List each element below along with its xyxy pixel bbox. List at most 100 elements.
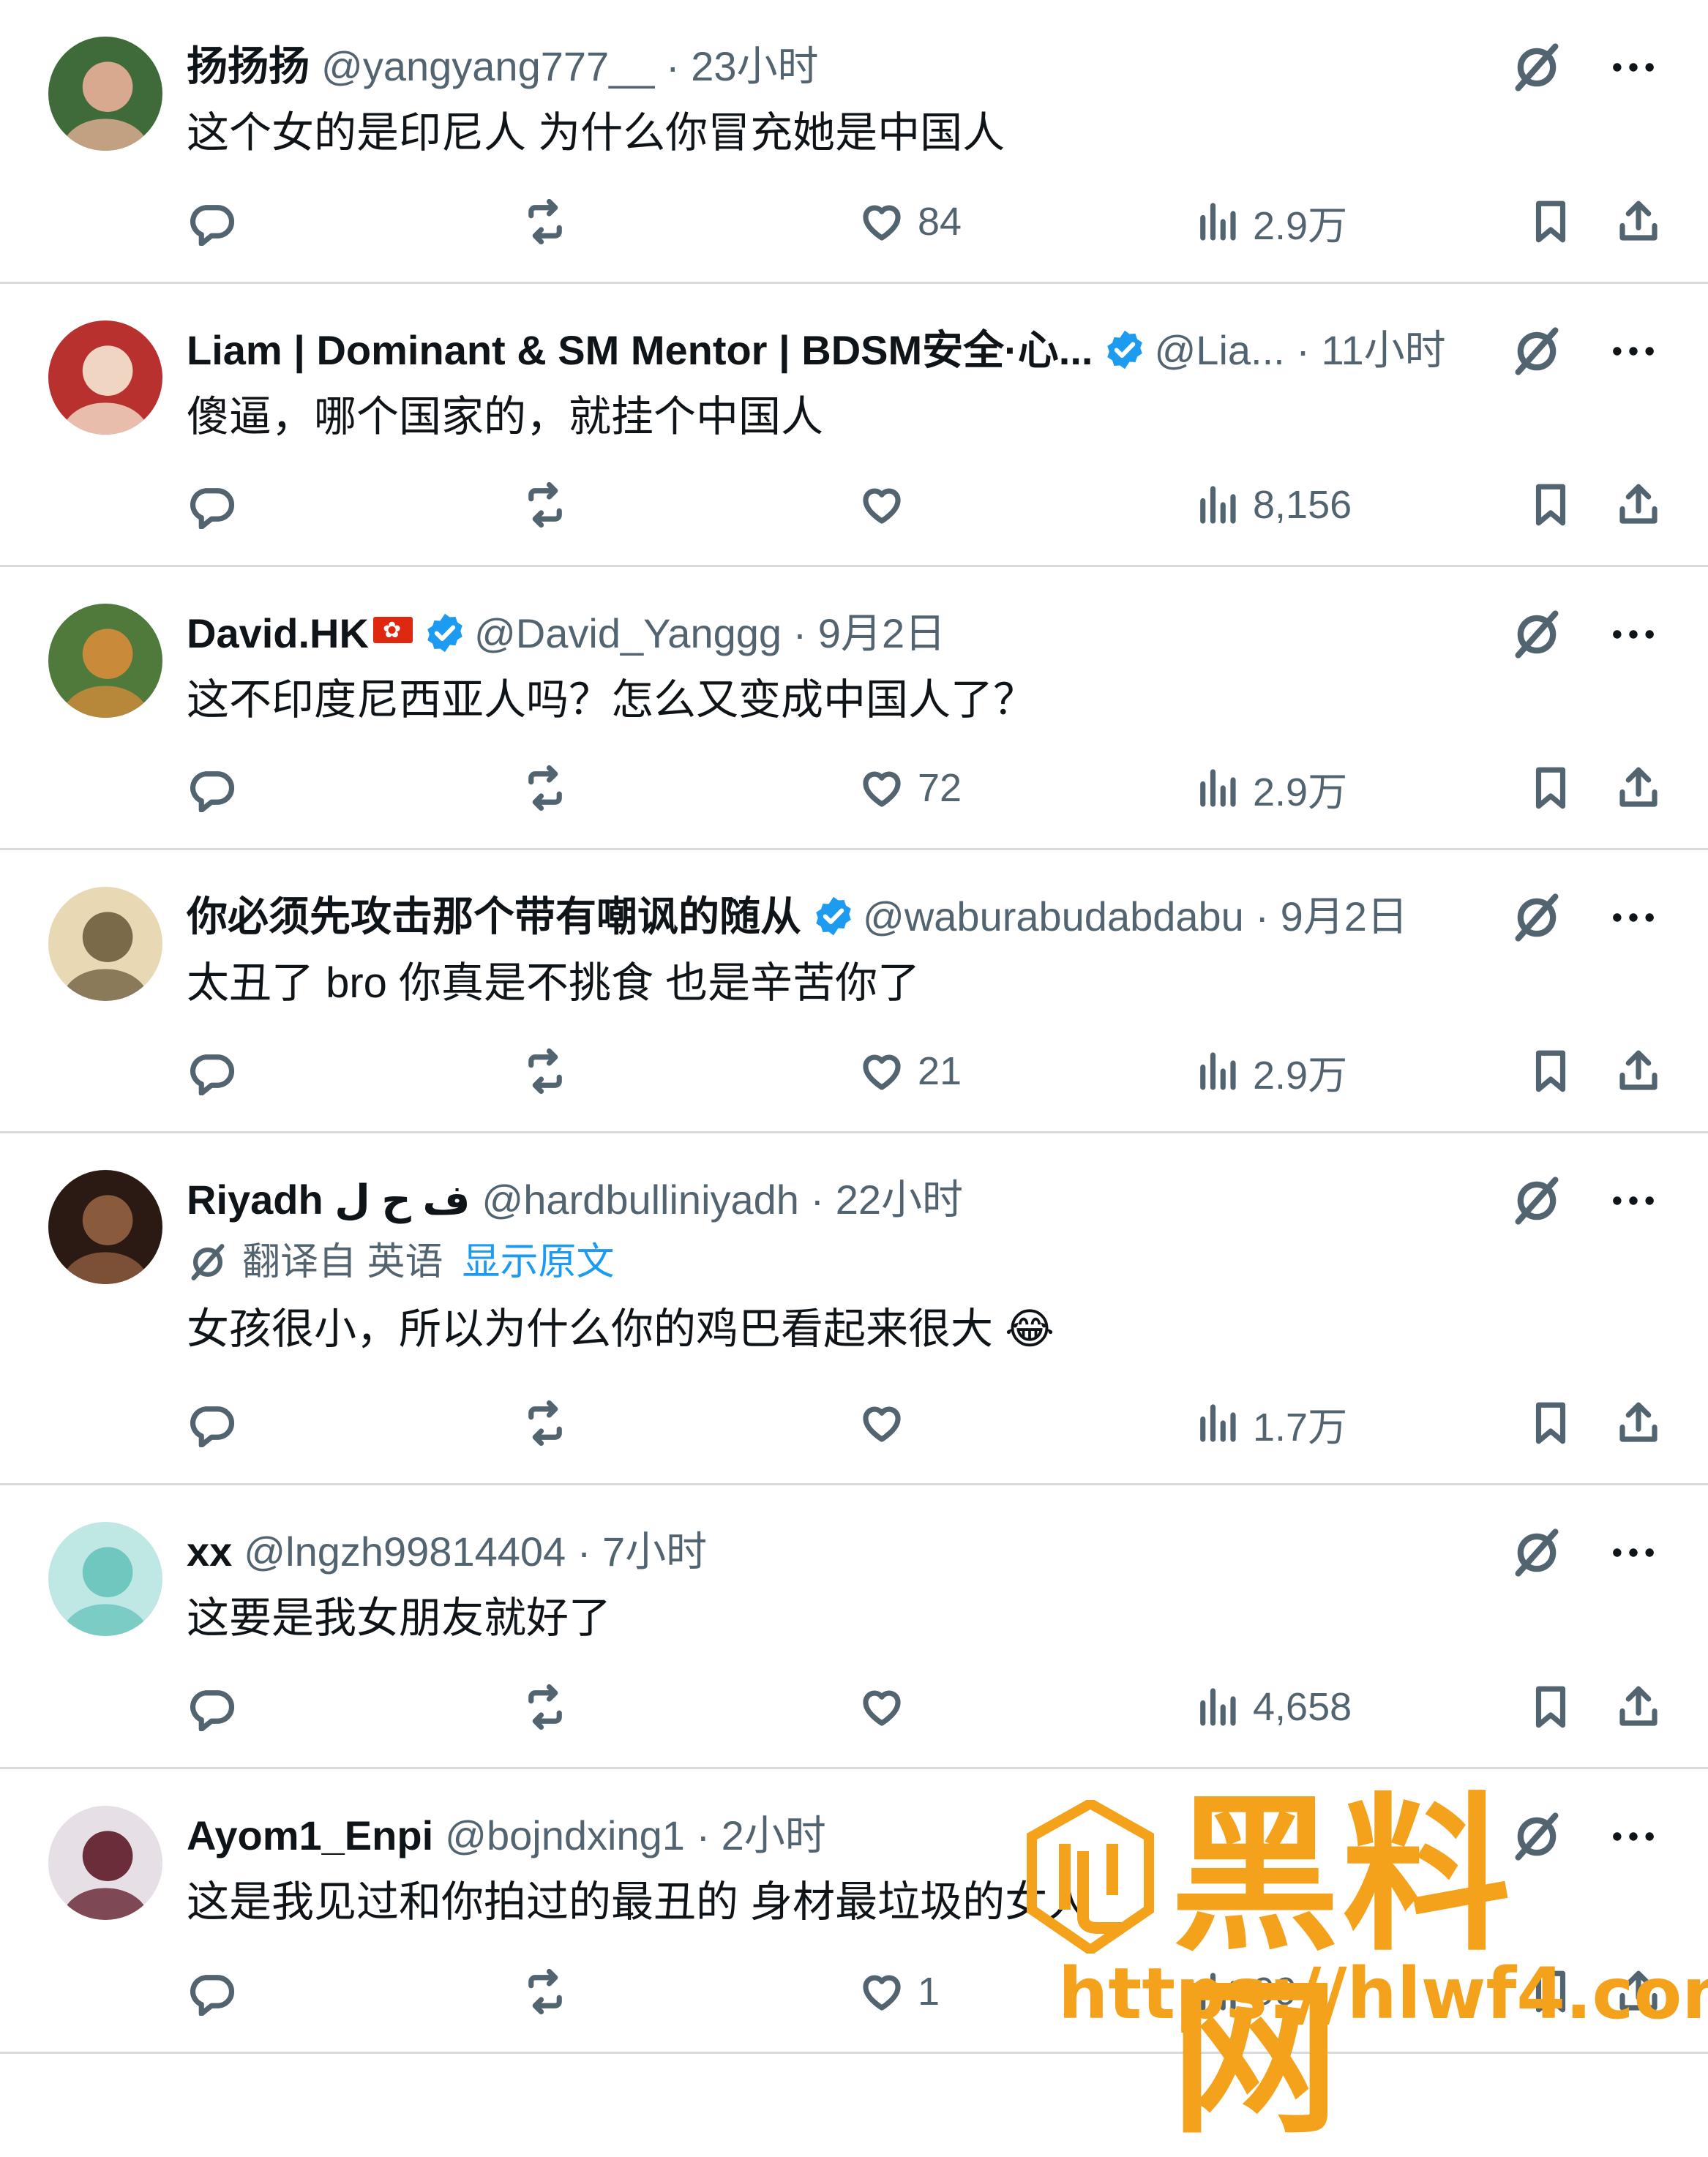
handle[interactable]: @bojndxing1	[445, 1812, 685, 1858]
show-original-link[interactable]: 显示原文	[462, 1241, 614, 1283]
display-name[interactable]: xx	[187, 1528, 232, 1575]
reply-button[interactable]	[187, 1390, 236, 1456]
more-icon[interactable]	[1606, 607, 1661, 662]
avatar[interactable]	[48, 604, 162, 718]
grok-icon[interactable]	[1509, 1525, 1565, 1580]
view-count: 2.9万	[1253, 1053, 1348, 1098]
more-icon[interactable]	[1606, 40, 1661, 95]
timestamp[interactable]: · 11小时	[1296, 327, 1445, 373]
views-button[interactable]: 2.9万	[1193, 1038, 1347, 1104]
reply-tweet[interactable]: Riyadh ف ح ل @hardbulliniyadh · 22小时 翻译自 英…	[0, 1133, 1708, 1485]
tweet-text: 这个女的是印尼人 为什么你冒充她是中国人	[187, 109, 1005, 157]
display-name[interactable]: Liam | Dominant & SM Mentor | BDSM安全·心..…	[187, 327, 1093, 373]
retweet-button[interactable]	[521, 189, 569, 255]
avatar[interactable]	[48, 1522, 162, 1636]
watermark: 黑料网 https://hlwf4.com	[1025, 1785, 1708, 2151]
grok-icon[interactable]	[1509, 40, 1565, 95]
views-button[interactable]: 2.9万	[1193, 189, 1347, 255]
like-button[interactable]: 72	[858, 755, 962, 821]
share-button[interactable]	[1614, 755, 1663, 821]
reply-tweet[interactable]: David.HK @David_Yanggg · 9月2日这不印度尼西亚人吗？怎么…	[0, 567, 1708, 850]
tweet-header: Riyadh ف ح ل @hardbulliniyadh · 22小时	[187, 1171, 963, 1228]
reply-tweet[interactable]: 你必须先攻击那个带有嘲讽的随从 @waburabudabdabu · 9月2日 太丑…	[0, 850, 1708, 1133]
views-button[interactable]: 2.9万	[1193, 755, 1347, 821]
more-icon[interactable]	[1606, 890, 1661, 945]
timestamp[interactable]: · 2小时	[696, 1812, 825, 1858]
handle[interactable]: @David_Yanggg	[474, 610, 782, 656]
like-button[interactable]: 1	[858, 1959, 940, 2025]
action-bar: 8,156	[0, 472, 1708, 538]
handle[interactable]: @yangyang777__	[321, 43, 654, 89]
reply-tweet[interactable]: xx @lngzh99814404 · 7小时 这要是我女朋友就好了 4,658	[0, 1485, 1708, 1769]
handle[interactable]: @Lia...	[1154, 327, 1284, 373]
share-button[interactable]	[1614, 1038, 1663, 1104]
handle[interactable]: @waburabudabdabu	[863, 893, 1244, 939]
retweet-button[interactable]	[521, 1038, 569, 1104]
timestamp[interactable]: · 9月2日	[793, 610, 946, 656]
bookmark-button[interactable]	[1527, 472, 1575, 538]
timestamp[interactable]: · 22小时	[811, 1177, 964, 1223]
display-name[interactable]: Riyadh ف ح ل	[187, 1177, 470, 1223]
handle[interactable]: @hardbulliniyadh	[482, 1177, 799, 1223]
avatar[interactable]	[48, 887, 162, 1001]
grok-icon[interactable]	[1509, 1173, 1565, 1228]
like-button[interactable]: 21	[858, 1038, 962, 1104]
avatar[interactable]	[48, 320, 162, 435]
retweet-button[interactable]	[521, 755, 569, 821]
more-icon[interactable]	[1606, 1173, 1661, 1228]
reply-button[interactable]	[187, 189, 236, 255]
more-icon[interactable]	[1606, 1525, 1661, 1580]
grok-icon[interactable]	[1509, 890, 1565, 945]
tweet-text: 傻逼，哪个国家的，就挂个中国人	[187, 393, 824, 440]
reply-button[interactable]	[187, 755, 236, 821]
tweet-text: 女孩很小，所以为什么你的鸡巴看起来很大 😂	[187, 1305, 1055, 1353]
views-button[interactable]: 4,658	[1193, 1674, 1352, 1740]
display-name[interactable]: Ayom1_Enpi	[187, 1812, 433, 1858]
display-name[interactable]: David.HK	[187, 610, 369, 656]
bookmark-button[interactable]	[1527, 1390, 1575, 1456]
share-button[interactable]	[1614, 1390, 1663, 1456]
bookmark-button[interactable]	[1527, 755, 1575, 821]
reply-button[interactable]	[187, 1674, 236, 1740]
reply-tweet[interactable]: 扬扬扬 @yangyang777__ · 23小时这个女的是印尼人 为什么你冒充她…	[0, 0, 1708, 284]
avatar[interactable]	[48, 1806, 162, 1920]
tweet-header: Liam | Dominant & SM Mentor | BDSM安全·心..…	[187, 322, 1446, 379]
reply-feed: 扬扬扬 @yangyang777__ · 23小时这个女的是印尼人 为什么你冒充她…	[0, 0, 1708, 2054]
bookmark-button[interactable]	[1527, 189, 1575, 255]
like-count: 72	[918, 766, 962, 810]
retweet-button[interactable]	[521, 1674, 569, 1740]
timestamp[interactable]: · 23小时	[666, 43, 819, 89]
timestamp[interactable]: · 7小时	[577, 1528, 707, 1575]
grok-icon[interactable]	[1509, 323, 1565, 379]
avatar[interactable]	[48, 1170, 162, 1284]
display-name[interactable]: 扬扬扬	[187, 43, 310, 89]
like-button[interactable]	[858, 472, 918, 538]
reply-button[interactable]	[187, 1959, 236, 2025]
views-button[interactable]: 8,156	[1193, 472, 1352, 538]
like-button[interactable]: 84	[858, 189, 962, 255]
retweet-button[interactable]	[521, 1390, 569, 1456]
bookmark-button[interactable]	[1527, 1674, 1575, 1740]
views-button[interactable]: 1.7万	[1193, 1390, 1347, 1456]
bookmark-button[interactable]	[1527, 1038, 1575, 1104]
reply-button[interactable]	[187, 1038, 236, 1104]
grok-icon[interactable]	[1509, 607, 1565, 662]
retweet-button[interactable]	[521, 1959, 569, 2025]
reply-tweet[interactable]: Liam | Dominant & SM Mentor | BDSM安全·心..…	[0, 284, 1708, 567]
share-button[interactable]	[1614, 189, 1663, 255]
timestamp[interactable]: · 9月2日	[1255, 893, 1408, 939]
tweet-text: 这是我见过和你拍过的最丑的 身材最垃圾的女人	[187, 1878, 1090, 1926]
like-button[interactable]	[858, 1674, 918, 1740]
like-button[interactable]	[858, 1390, 918, 1456]
handle[interactable]: @lngzh99814404	[244, 1528, 566, 1575]
reply-button[interactable]	[187, 472, 236, 538]
action-bar: 4,658	[0, 1674, 1708, 1740]
retweet-button[interactable]	[521, 472, 569, 538]
share-button[interactable]	[1614, 1674, 1663, 1740]
display-name[interactable]: 你必须先攻击那个带有嘲讽的随从	[187, 893, 801, 939]
share-button[interactable]	[1614, 472, 1663, 538]
action-bar: 72 2.9万	[0, 755, 1708, 821]
tweet-header: xx @lngzh99814404 · 7小时	[187, 1523, 707, 1580]
avatar[interactable]	[48, 37, 162, 151]
more-icon[interactable]	[1606, 323, 1661, 379]
